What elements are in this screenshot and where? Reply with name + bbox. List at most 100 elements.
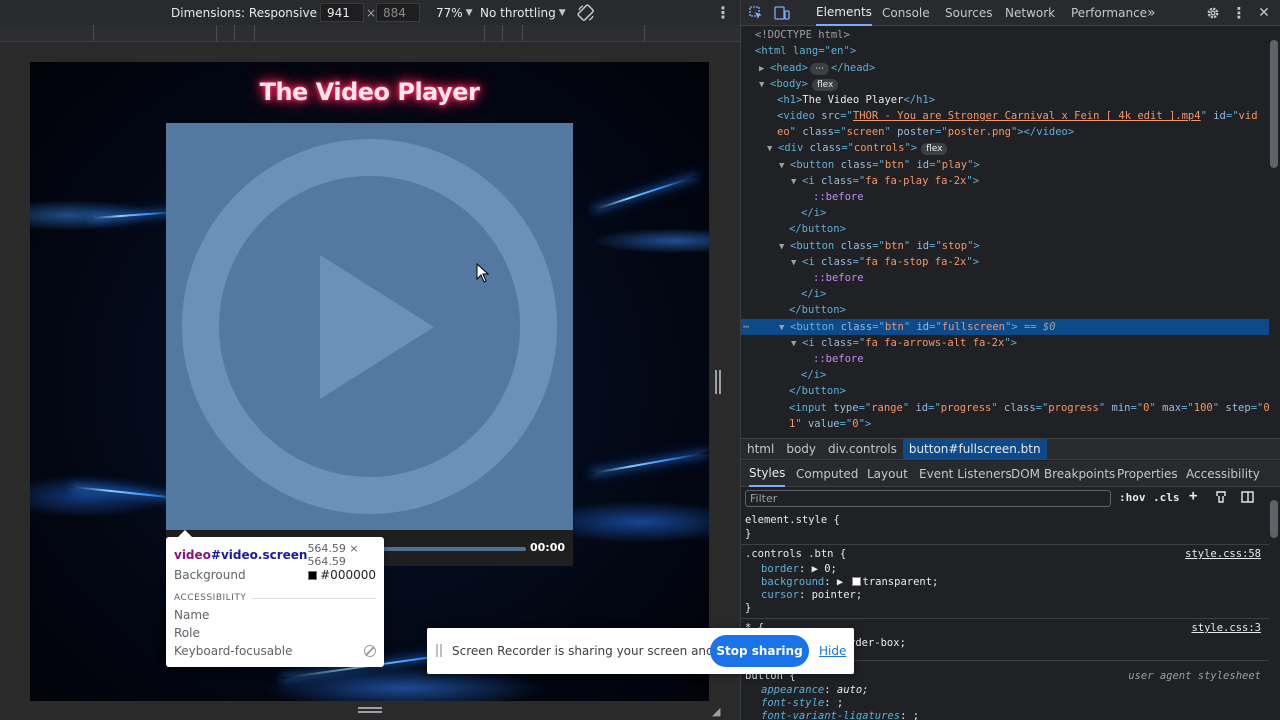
inspect-element-icon[interactable] xyxy=(747,4,765,22)
page-title: The Video Player xyxy=(259,78,480,106)
zoom-label: 77% xyxy=(436,5,463,20)
inspect-tooltip: video#video.screen 564.59 × 564.59 Backg… xyxy=(166,530,384,667)
dom-node-stop-icon[interactable]: ▼ <i class="fa fa-stop fa-2x"> xyxy=(741,254,1269,270)
width-input[interactable]: 941 xyxy=(320,3,364,22)
tab-properties[interactable]: Properties xyxy=(1117,461,1178,487)
decl-border[interactable]: border: ▶ 0; xyxy=(745,562,1265,576)
dom-node-before[interactable]: ::before xyxy=(741,189,1269,205)
dom-node-button-close[interactable]: </button> xyxy=(741,221,1269,237)
rule-source-link[interactable]: style.css:58 xyxy=(1185,547,1261,561)
styles-pane[interactable]: element.style { } .controls .btn {style.… xyxy=(741,511,1269,720)
dom-node-button-close[interactable]: </button> xyxy=(741,302,1269,318)
throttling-dropdown[interactable]: No throttling ▼ xyxy=(480,0,566,25)
height-input[interactable]: 884 xyxy=(376,3,420,22)
tab-network[interactable]: Network xyxy=(1005,0,1055,26)
computed-styles-toggle-icon[interactable] xyxy=(1215,491,1227,506)
tab-console[interactable]: Console xyxy=(882,0,930,26)
device-emulation-area: Dimensions: Responsive ▼ 941 × 884 77% ▼… xyxy=(0,0,740,720)
dom-node-controls[interactable]: ▼ <div class="controls"> flex xyxy=(741,140,1269,156)
device-toggle-icon[interactable] xyxy=(773,4,791,22)
lightning-decoration xyxy=(592,175,698,211)
breadcrumb-fullscreen-button[interactable]: button#fullscreen.btn xyxy=(902,439,1047,459)
close-icon[interactable]: ✕ xyxy=(1255,4,1273,22)
dimensions-dropdown[interactable]: Dimensions: Responsive ▼ xyxy=(171,0,327,25)
dom-node-fullscreen-button[interactable]: ⋯ ▼ <button class="btn" id="fullscreen"> =… xyxy=(741,319,1269,335)
color-swatch[interactable] xyxy=(851,577,861,586)
media-query-ruler[interactable] xyxy=(0,25,740,42)
styles-filter-input[interactable]: Filter xyxy=(745,490,1111,507)
settings-gear-icon[interactable] xyxy=(1204,4,1222,22)
tooltip-keyboard-focusable: Keyboard-focusable xyxy=(174,642,376,660)
tooltip-size: 564.59 × 564.59 xyxy=(307,542,359,568)
more-tabs-button[interactable]: » xyxy=(1147,0,1156,26)
dom-node-progress-input-cont[interactable]: 1" value="0"> xyxy=(741,416,1269,432)
stop-sharing-button[interactable]: Stop sharing xyxy=(710,635,809,667)
dom-node-stop-button[interactable]: ▼ <button class="btn" id="stop"> xyxy=(741,238,1269,254)
decl-background[interactable]: background: ▶ transparent; xyxy=(745,575,1265,589)
tab-sources[interactable]: Sources xyxy=(945,0,992,26)
styles-tab-bar: Styles Computed Layout Event Listeners D… xyxy=(741,461,1280,487)
rule-controls-btn-selector[interactable]: .controls .btn {style.css:58 xyxy=(745,547,1265,561)
chevron-down-icon: ▼ xyxy=(465,7,473,18)
rule-element-style[interactable]: element.style { xyxy=(745,513,1265,527)
dom-node-i-close[interactable]: </i> xyxy=(741,367,1269,383)
dom-node-html[interactable]: <html lang="en"> xyxy=(741,43,1269,59)
dom-node-i-close[interactable]: </i> xyxy=(741,205,1269,221)
tab-elements[interactable]: Elements xyxy=(816,0,872,26)
dom-node-progress-input[interactable]: <input type="range" id="progress" class=… xyxy=(741,400,1269,416)
hov-toggle[interactable]: :hov xyxy=(1119,491,1146,504)
styles-scrollbar[interactable] xyxy=(1270,500,1278,538)
width-input-wrap: 941 xyxy=(320,0,364,25)
rotate-icon xyxy=(577,3,594,21)
viewport-resize-corner-icon[interactable]: ◢ xyxy=(712,705,720,718)
rotate-button[interactable] xyxy=(577,0,595,25)
rule-close: } xyxy=(745,602,752,614)
rule-source-link[interactable]: style.css:3 xyxy=(1191,621,1261,635)
dom-node-before[interactable]: ::before xyxy=(741,351,1269,367)
dom-node-body[interactable]: ▼ <body> flex xyxy=(741,76,1269,92)
devtools-menu-kebab-icon[interactable]: ⋮ xyxy=(1230,4,1248,22)
breadcrumb-div-controls[interactable]: div.controls xyxy=(822,439,903,459)
drag-handle-icon[interactable] xyxy=(436,644,442,657)
tab-computed[interactable]: Computed xyxy=(796,461,858,487)
dom-node-fullscreen-icon[interactable]: ▼ <i class="fa fa-arrows-alt fa-2x"> xyxy=(741,335,1269,351)
breadcrumb-html[interactable]: html xyxy=(741,439,780,459)
hide-link[interactable]: Hide xyxy=(819,644,846,658)
dom-node-doctype[interactable]: <!DOCTYPE html> xyxy=(741,27,1269,43)
tab-event-listeners[interactable]: Event Listeners xyxy=(919,461,1012,487)
tab-layout[interactable]: Layout xyxy=(867,461,908,487)
dom-tree[interactable]: <!DOCTYPE html> <html lang="en"> ▶ <head>… xyxy=(741,27,1269,437)
breadcrumb-body[interactable]: body xyxy=(780,439,822,459)
decl-font-style: font-style: ; xyxy=(761,697,844,709)
dom-node-play-button[interactable]: ▼ <button class="btn" id="play"> xyxy=(741,157,1269,173)
dom-node-before[interactable]: ::before xyxy=(741,270,1269,286)
tooltip-background-value: #000000 xyxy=(308,568,376,582)
mouse-cursor-icon xyxy=(476,263,490,283)
sidebar-toggle-icon[interactable] xyxy=(1241,491,1254,506)
dom-tree-scrollbar[interactable] xyxy=(1270,40,1278,168)
dom-node-video-cont[interactable]: eo" class="screen" poster="poster.png"><… xyxy=(741,124,1269,140)
decl-appearance: appearance: auto; xyxy=(761,684,869,696)
tab-performance[interactable]: Performance xyxy=(1071,0,1147,26)
styles-filter-row: Filter :hov .cls + xyxy=(741,488,1280,510)
viewport-resize-handle-right[interactable] xyxy=(715,370,721,394)
dom-node-button-close[interactable]: </button> xyxy=(741,383,1269,399)
dom-node-play-icon[interactable]: ▼ <i class="fa fa-play fa-2x"> xyxy=(741,173,1269,189)
tab-styles[interactable]: Styles xyxy=(749,461,786,487)
zoom-dropdown[interactable]: 77% ▼ xyxy=(436,0,473,25)
dom-node-i-close[interactable]: </i> xyxy=(741,286,1269,302)
tooltip-name-label: Name xyxy=(174,608,210,622)
not-allowed-icon xyxy=(364,645,376,657)
tab-dom-breakpoints[interactable]: DOM Breakpoints xyxy=(1011,461,1115,487)
add-rule-icon[interactable]: + xyxy=(1189,488,1197,504)
dom-node-video[interactable]: <video src="THOR - You are Stronger Carn… xyxy=(741,108,1269,124)
viewport-resize-handle-bottom[interactable] xyxy=(358,707,382,713)
dom-node-h1[interactable]: <h1>The Video Player</h1> xyxy=(741,92,1269,108)
cls-toggle[interactable]: .cls xyxy=(1153,491,1180,504)
decl-cursor[interactable]: cursor: pointer; xyxy=(745,588,1265,602)
height-input-wrap: 884 xyxy=(376,0,420,25)
device-more-button[interactable]: ⋮ xyxy=(715,0,731,25)
dom-node-head[interactable]: ▶ <head> ⋯ </head> xyxy=(741,60,1269,76)
decl-font-variant-ligatures: font-variant-ligatures: ; xyxy=(761,710,920,720)
tab-accessibility[interactable]: Accessibility xyxy=(1186,461,1260,487)
